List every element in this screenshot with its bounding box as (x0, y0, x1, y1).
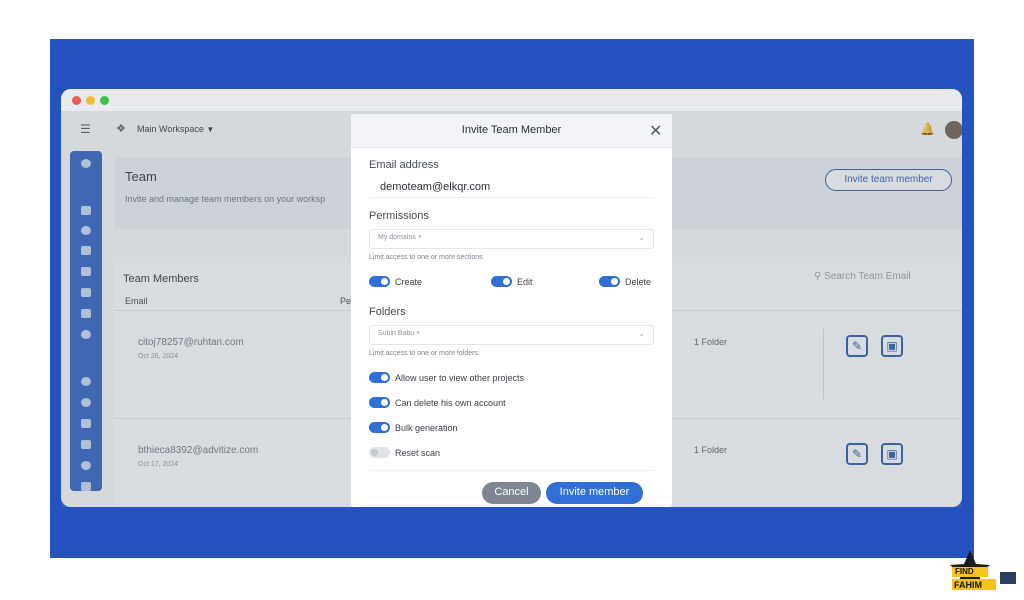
minimize-window-dot[interactable] (86, 96, 95, 105)
chevron-down-icon: ⌄ (638, 233, 645, 242)
reset-scan-toggle[interactable] (369, 447, 390, 458)
cancel-button[interactable]: Cancel (482, 482, 541, 504)
delete-account-label: Can delete his own account (395, 398, 506, 408)
email-label: Email address (369, 159, 439, 171)
chevron-down-icon: ⌄ (638, 329, 645, 338)
folders-chip-label: Subin Babu (378, 330, 415, 337)
folders-hint: Limit access to one or more folders. (369, 350, 480, 357)
delete-label: Delete (625, 277, 652, 287)
permissions-hint: Limit access to one or more sections. (369, 254, 485, 261)
invite-team-member-modal: Invite Team Member ✕ Email address demot… (351, 114, 672, 507)
edit-toggle[interactable] (491, 276, 512, 287)
create-label: Create (395, 277, 423, 287)
delete-toggle[interactable] (599, 276, 620, 287)
maximize-window-dot[interactable] (100, 96, 109, 105)
permissions-chip-label: My domains (378, 234, 416, 241)
close-icon[interactable]: ✕ (649, 121, 662, 141)
invite-member-button[interactable]: Invite member (546, 482, 643, 504)
view-projects-label: Allow user to view other projects (395, 373, 525, 383)
modal-header: Invite Team Member ✕ (351, 114, 672, 148)
modal-title: Invite Team Member (461, 124, 562, 136)
folders-select[interactable]: Subin Babu × ⌄ (369, 325, 654, 345)
delete-account-toggle[interactable] (369, 397, 390, 408)
folders-chip[interactable]: Subin Babu × (378, 330, 420, 337)
close-window-dot[interactable] (72, 96, 81, 105)
bulk-generation-toggle[interactable] (369, 422, 390, 433)
window-titlebar (61, 89, 962, 111)
reset-scan-label: Reset scan (395, 448, 441, 458)
chip-remove-icon[interactable]: × (416, 330, 420, 337)
permissions-label: Permissions (369, 210, 429, 222)
watermark-line1: FIND (955, 567, 974, 576)
bulk-generation-label: Bulk generation (395, 423, 458, 433)
permissions-chip[interactable]: My domains × (378, 234, 422, 241)
watermark-line2: FAHIM (954, 580, 982, 590)
view-projects-toggle[interactable] (369, 372, 390, 383)
watermark-logo: FIND FAHIM (950, 550, 1020, 595)
edit-label: Edit (517, 277, 533, 287)
create-toggle[interactable] (369, 276, 390, 287)
permissions-select[interactable]: My domains × ⌄ (369, 229, 654, 249)
folders-label: Folders (369, 306, 406, 318)
email-field[interactable]: demoteam@elkqr.com (369, 178, 654, 198)
chip-remove-icon[interactable]: × (418, 234, 422, 241)
modal-footer-divider (369, 470, 654, 471)
